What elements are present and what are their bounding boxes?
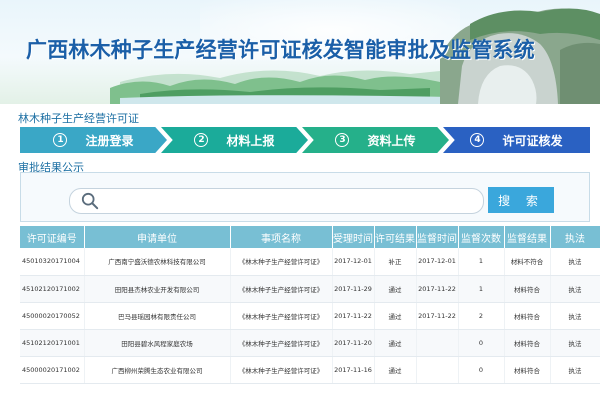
license-number-cell: 45010320171004 <box>20 248 85 276</box>
page-title: 广西林木种子生产经营许可证核发智能审批及监管系统 <box>26 38 535 62</box>
table-row[interactable]: 45000020171002 广西柳州荣腾生态农业有限公司 《林木种子生产经营许… <box>20 356 600 384</box>
license-number-cell: 45102120171001 <box>20 329 85 357</box>
header-banner: 广西林木种子生产经营许可证核发智能审批及监管系统 <box>0 0 600 104</box>
search-input[interactable] <box>69 188 484 214</box>
supervision-count-cell: 1 <box>458 275 505 303</box>
search-icon <box>81 192 99 210</box>
permit-result-cell: 通过 <box>374 329 417 357</box>
search-button[interactable]: 搜 索 <box>488 187 554 213</box>
applicant-cell: 巴马县瑶园林有限责任公司 <box>84 302 231 330</box>
supervision-result-cell: 材料符合 <box>504 329 551 357</box>
accept-date-cell: 2017-11-16 <box>332 356 375 384</box>
table-row[interactable]: 45102120171001 田阳县碧水风程家庭农场 《林木种子生产经营许可证》… <box>20 329 600 357</box>
permit-result-cell: 补正 <box>374 248 417 276</box>
column-header: 许可证编号 <box>20 226 85 248</box>
step-number: 1 <box>53 133 68 147</box>
enforcement-cell: 执法 <box>550 329 600 357</box>
license-number-cell: 45102120171002 <box>20 275 85 303</box>
item-name-cell: 《林木种子生产经营许可证》 <box>230 248 333 276</box>
column-header: 执法 <box>550 226 600 248</box>
search-panel: 搜 索 <box>20 172 590 222</box>
accept-date-cell: 2017-11-20 <box>332 329 375 357</box>
accept-date-cell: 2017-11-22 <box>332 302 375 330</box>
results-table: 许可证编号 申请单位 事项名称 受理时间 许可结果 监督时间 监督次数 监督结果… <box>20 226 600 384</box>
enforcement-cell: 执法 <box>550 248 600 276</box>
supervision-result-cell: 材料符合 <box>504 356 551 384</box>
permit-result-cell: 通过 <box>374 275 417 303</box>
enforcement-cell: 执法 <box>550 302 600 330</box>
column-header: 监督结果 <box>504 226 551 248</box>
step-issue-license[interactable]: 4 许可证核发 <box>443 127 590 153</box>
column-header: 事项名称 <box>230 226 333 248</box>
item-name-cell: 《林木种子生产经营许可证》 <box>230 356 333 384</box>
column-header: 监督次数 <box>458 226 505 248</box>
supervision-count-cell: 1 <box>458 248 505 276</box>
supervision-result-cell: 材料符合 <box>504 275 551 303</box>
license-number-cell: 45000020170052 <box>20 302 85 330</box>
supervision-count-cell: 0 <box>458 356 505 384</box>
accept-date-cell: 2017-12-01 <box>332 248 375 276</box>
item-name-cell: 《林木种子生产经营许可证》 <box>230 329 333 357</box>
supervision-date-cell: 2017-11-22 <box>416 302 459 330</box>
applicant-cell: 广西南宁盛沃德农林科技有限公司 <box>84 248 231 276</box>
applicant-cell: 广西柳州荣腾生态农业有限公司 <box>84 356 231 384</box>
supervision-count-cell: 2 <box>458 302 505 330</box>
supervision-date-cell: 2017-12-01 <box>416 248 459 276</box>
step-label: 许可证核发 <box>502 133 563 148</box>
step-label: 注册登录 <box>85 133 134 148</box>
column-header: 申请单位 <box>84 226 231 248</box>
table-row[interactable]: 45010320171004 广西南宁盛沃德农林科技有限公司 《林木种子生产经营… <box>20 248 600 276</box>
page: 广西林木种子生产经营许可证核发智能审批及监管系统 林木种子生产经营许可证 1 注… <box>0 0 600 400</box>
step-register[interactable]: 1 注册登录 <box>20 127 167 153</box>
table-row[interactable]: 45000020170052 巴马县瑶园林有限责任公司 《林木种子生产经营许可证… <box>20 302 600 330</box>
accept-date-cell: 2017-11-29 <box>332 275 375 303</box>
enforcement-cell: 执法 <box>550 356 600 384</box>
item-name-cell: 《林木种子生产经营许可证》 <box>230 302 333 330</box>
supervision-result-cell: 材料符合 <box>504 302 551 330</box>
step-number: 4 <box>470 133 485 147</box>
applicant-cell: 田阳县碧水风程家庭农场 <box>84 329 231 357</box>
section-title: 林木种子生产经营许可证 <box>18 112 139 125</box>
supervision-count-cell: 0 <box>458 329 505 357</box>
supervision-result-cell: 材料不符合 <box>504 248 551 276</box>
process-steps: 1 注册登录 2 材料上报 3 资料上传 4 许可证核发 <box>20 127 590 153</box>
step-number: 3 <box>335 133 350 147</box>
step-number: 2 <box>194 133 209 147</box>
step-upload-documents[interactable]: 3 资料上传 <box>302 127 449 153</box>
supervision-date-cell: 2017-11-22 <box>416 275 459 303</box>
enforcement-cell: 执法 <box>550 275 600 303</box>
supervision-date-cell <box>416 329 459 357</box>
step-label: 材料上报 <box>226 133 275 148</box>
column-header: 许可结果 <box>374 226 417 248</box>
item-name-cell: 《林木种子生产经营许可证》 <box>230 275 333 303</box>
table-row[interactable]: 45102120171002 田阳县杰林农业开发有限公司 《林木种子生产经营许可… <box>20 275 600 303</box>
table-header-row: 许可证编号 申请单位 事项名称 受理时间 许可结果 监督时间 监督次数 监督结果… <box>20 226 600 248</box>
step-label: 资料上传 <box>367 133 416 148</box>
column-header: 监督时间 <box>416 226 459 248</box>
column-header: 受理时间 <box>332 226 375 248</box>
permit-result-cell: 通过 <box>374 356 417 384</box>
applicant-cell: 田阳县杰林农业开发有限公司 <box>84 275 231 303</box>
permit-result-cell: 通过 <box>374 302 417 330</box>
license-number-cell: 45000020171002 <box>20 356 85 384</box>
supervision-date-cell <box>416 356 459 384</box>
step-submit-materials[interactable]: 2 材料上报 <box>161 127 308 153</box>
